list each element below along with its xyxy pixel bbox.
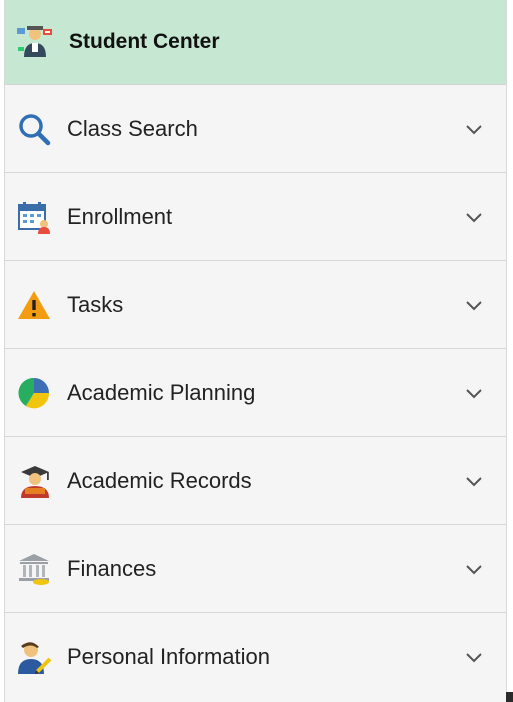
- chevron-down-icon[interactable]: [464, 559, 484, 579]
- chevron-down-icon[interactable]: [464, 119, 484, 139]
- corner-mark: [506, 692, 513, 702]
- menu-item-academic-records[interactable]: Academic Records: [5, 437, 506, 525]
- menu-item-tasks[interactable]: Tasks: [5, 261, 506, 349]
- student-center-panel: Student Center Class Search Enrollment T…: [4, 0, 507, 702]
- menu-item-personal-information[interactable]: Personal Information: [5, 613, 506, 701]
- chevron-down-icon[interactable]: [464, 295, 484, 315]
- menu-item-academic-planning[interactable]: Academic Planning: [5, 349, 506, 437]
- student-center-icon: [15, 25, 59, 59]
- bank-icon: [17, 552, 57, 586]
- pie-chart-icon: [17, 376, 57, 410]
- menu-item-finances[interactable]: Finances: [5, 525, 506, 613]
- chevron-down-icon[interactable]: [464, 383, 484, 403]
- graduate-icon: [17, 464, 57, 498]
- chevron-down-icon[interactable]: [464, 207, 484, 227]
- chevron-down-icon[interactable]: [464, 647, 484, 667]
- panel-header: Student Center: [5, 0, 506, 85]
- menu-item-class-search[interactable]: Class Search: [5, 85, 506, 173]
- menu-item-enrollment[interactable]: Enrollment: [5, 173, 506, 261]
- page-title: Student Center: [69, 30, 220, 53]
- warning-icon: [17, 288, 57, 322]
- person-edit-icon: [17, 640, 57, 674]
- menu-item-label: Class Search: [67, 115, 198, 141]
- menu-item-label: Academic Records: [67, 467, 252, 493]
- menu-item-label: Academic Planning: [67, 379, 256, 405]
- menu-item-label: Finances: [67, 555, 157, 581]
- menu-item-label: Enrollment: [67, 203, 173, 229]
- chevron-down-icon[interactable]: [464, 471, 484, 491]
- search-icon: [17, 112, 57, 146]
- calendar-icon: [17, 200, 57, 234]
- menu-item-label: Tasks: [67, 291, 124, 317]
- menu-item-label: Personal Information: [67, 644, 270, 669]
